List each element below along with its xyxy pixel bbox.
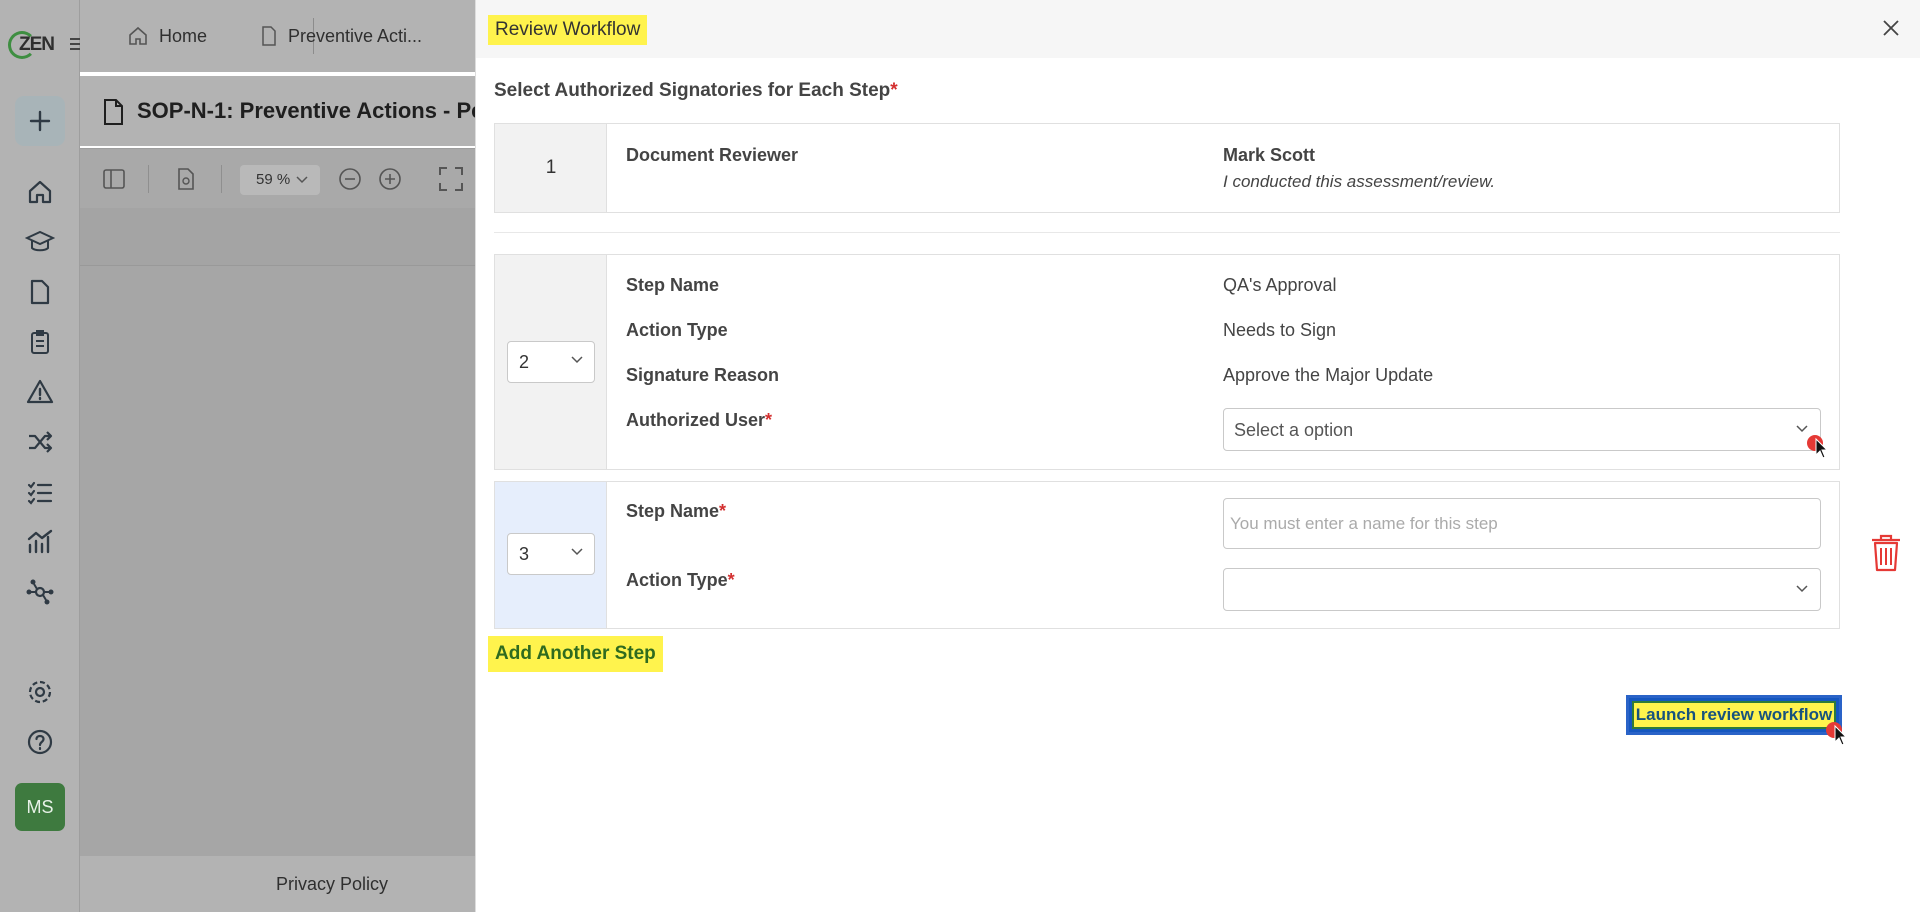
help-icon[interactable] [24, 726, 56, 758]
launch-button-label: Launch review workflow [1632, 701, 1836, 729]
step-number: 1 [545, 157, 557, 178]
modal-header: Review Workflow [476, 0, 1920, 58]
home-icon[interactable] [24, 176, 56, 208]
section-title-text: Select Authorized Signatories for Each S… [494, 80, 891, 101]
required-mark: * [727, 570, 735, 590]
step-name-label-text: Step Name [626, 501, 720, 521]
breadcrumb-document[interactable]: Preventive Acti... [260, 25, 422, 47]
section-title: Select Authorized Signatories for Each S… [494, 80, 898, 102]
workflow-step-3: 3 Step Name* Action Type* [494, 481, 1840, 629]
authorized-user-placeholder: Select a option [1234, 420, 1354, 440]
required-mark: * [765, 410, 773, 430]
top-navbar: Home Preventive Acti... [80, 0, 475, 72]
document-header: SOP-N-1: Preventive Actions - Per [80, 76, 492, 146]
sidebar-toggle-icon[interactable] [102, 167, 126, 191]
home-icon [129, 26, 147, 45]
action-type-value: Needs to Sign [1223, 320, 1337, 340]
close-icon[interactable] [1881, 18, 1901, 38]
step-name-input[interactable] [1223, 498, 1821, 549]
logo-text: ZEN [19, 34, 55, 55]
step-name-value: QA's Approval [1223, 275, 1337, 295]
workflow-step-2: 2 Step Name QA's Approval Action Type Ne… [494, 254, 1840, 470]
step-number-cell: 1 [495, 124, 607, 212]
add-another-step-button[interactable]: Add Another Step [488, 636, 663, 672]
modal-title: Review Workflow [488, 15, 648, 45]
warning-icon[interactable] [24, 376, 56, 408]
privacy-policy-link[interactable]: Privacy Policy [276, 874, 388, 895]
document-icon [104, 99, 123, 125]
step-name-label: Step Name* [626, 501, 726, 522]
action-type-label: Action Type* [626, 570, 735, 591]
training-icon[interactable] [24, 226, 56, 258]
fullscreen-icon[interactable] [438, 166, 464, 192]
step-number-cell: 2 [495, 255, 607, 469]
analytics-icon[interactable] [24, 526, 56, 558]
document-properties-icon[interactable] [175, 167, 197, 191]
breadcrumb-label: Home [159, 25, 208, 46]
create-new-button[interactable] [15, 96, 65, 146]
chevron-down-icon [296, 176, 308, 184]
zoom-out-icon[interactable] [338, 167, 362, 191]
review-workflow-modal: Review Workflow Select Authorized Signat… [475, 0, 1920, 912]
action-type-label-text: Action Type [626, 570, 728, 590]
document-title: SOP-N-1: Preventive Actions - Per [137, 98, 492, 123]
step-role-label: Document Reviewer [626, 145, 799, 165]
footer: Privacy Policy [80, 856, 475, 912]
shuffle-icon[interactable] [24, 426, 56, 458]
step-order-select[interactable]: 2 [507, 341, 595, 383]
required-mark: * [890, 80, 898, 101]
zen-logo[interactable]: ZEN [8, 28, 55, 62]
authorized-user-label-text: Authorized User [626, 410, 766, 430]
signer-note: I conducted this assessment/review. [1223, 172, 1496, 191]
step-number-cell: 3 [495, 482, 607, 628]
breadcrumb-home[interactable]: Home [127, 25, 207, 47]
task-list-icon[interactable] [24, 476, 56, 508]
mouse-cursor-icon [1826, 722, 1848, 746]
zoom-select[interactable]: 59 % [240, 165, 320, 195]
pdf-toolbar: 59 % [80, 148, 475, 208]
avatar[interactable]: MS [15, 783, 65, 831]
document-icon [262, 26, 276, 46]
mouse-cursor-icon [1807, 435, 1829, 459]
workflow-step-1: 1 Document Reviewer Mark Scott I conduct… [494, 123, 1840, 213]
step-name-label: Step Name [626, 275, 720, 295]
action-type-label: Action Type [626, 320, 728, 340]
divider [494, 232, 1840, 233]
signature-reason-label: Signature Reason [626, 365, 780, 385]
chevron-down-icon [571, 356, 583, 364]
step-order-value: 3 [519, 544, 530, 564]
checklist-icon[interactable] [24, 326, 56, 358]
delete-step-icon[interactable] [1869, 533, 1903, 573]
action-type-select[interactable] [1223, 568, 1821, 611]
signer-name: Mark Scott [1223, 145, 1316, 165]
pdf-viewer [80, 266, 475, 856]
zoom-in-icon[interactable] [378, 167, 402, 191]
settings-icon[interactable] [24, 676, 56, 708]
launch-review-workflow-button[interactable]: Launch review workflow [1626, 695, 1842, 735]
step-order-value: 2 [519, 352, 530, 372]
sidebar: ZEN MS [0, 0, 84, 912]
network-icon[interactable] [24, 576, 56, 608]
zoom-value: 59 % [256, 171, 291, 188]
authorized-user-label: Authorized User* [626, 410, 772, 431]
documents-icon[interactable] [24, 276, 56, 308]
breadcrumb-label: Preventive Acti... [288, 25, 423, 46]
chevron-down-icon [1796, 585, 1808, 593]
signature-reason-value: Approve the Major Update [1223, 365, 1434, 385]
plus-icon [29, 110, 51, 132]
chevron-down-icon [571, 548, 583, 556]
step-order-select[interactable]: 3 [507, 533, 595, 575]
required-mark: * [719, 501, 727, 521]
authorized-user-select[interactable]: Select a option [1223, 408, 1821, 451]
pdf-page-strip [80, 208, 475, 266]
